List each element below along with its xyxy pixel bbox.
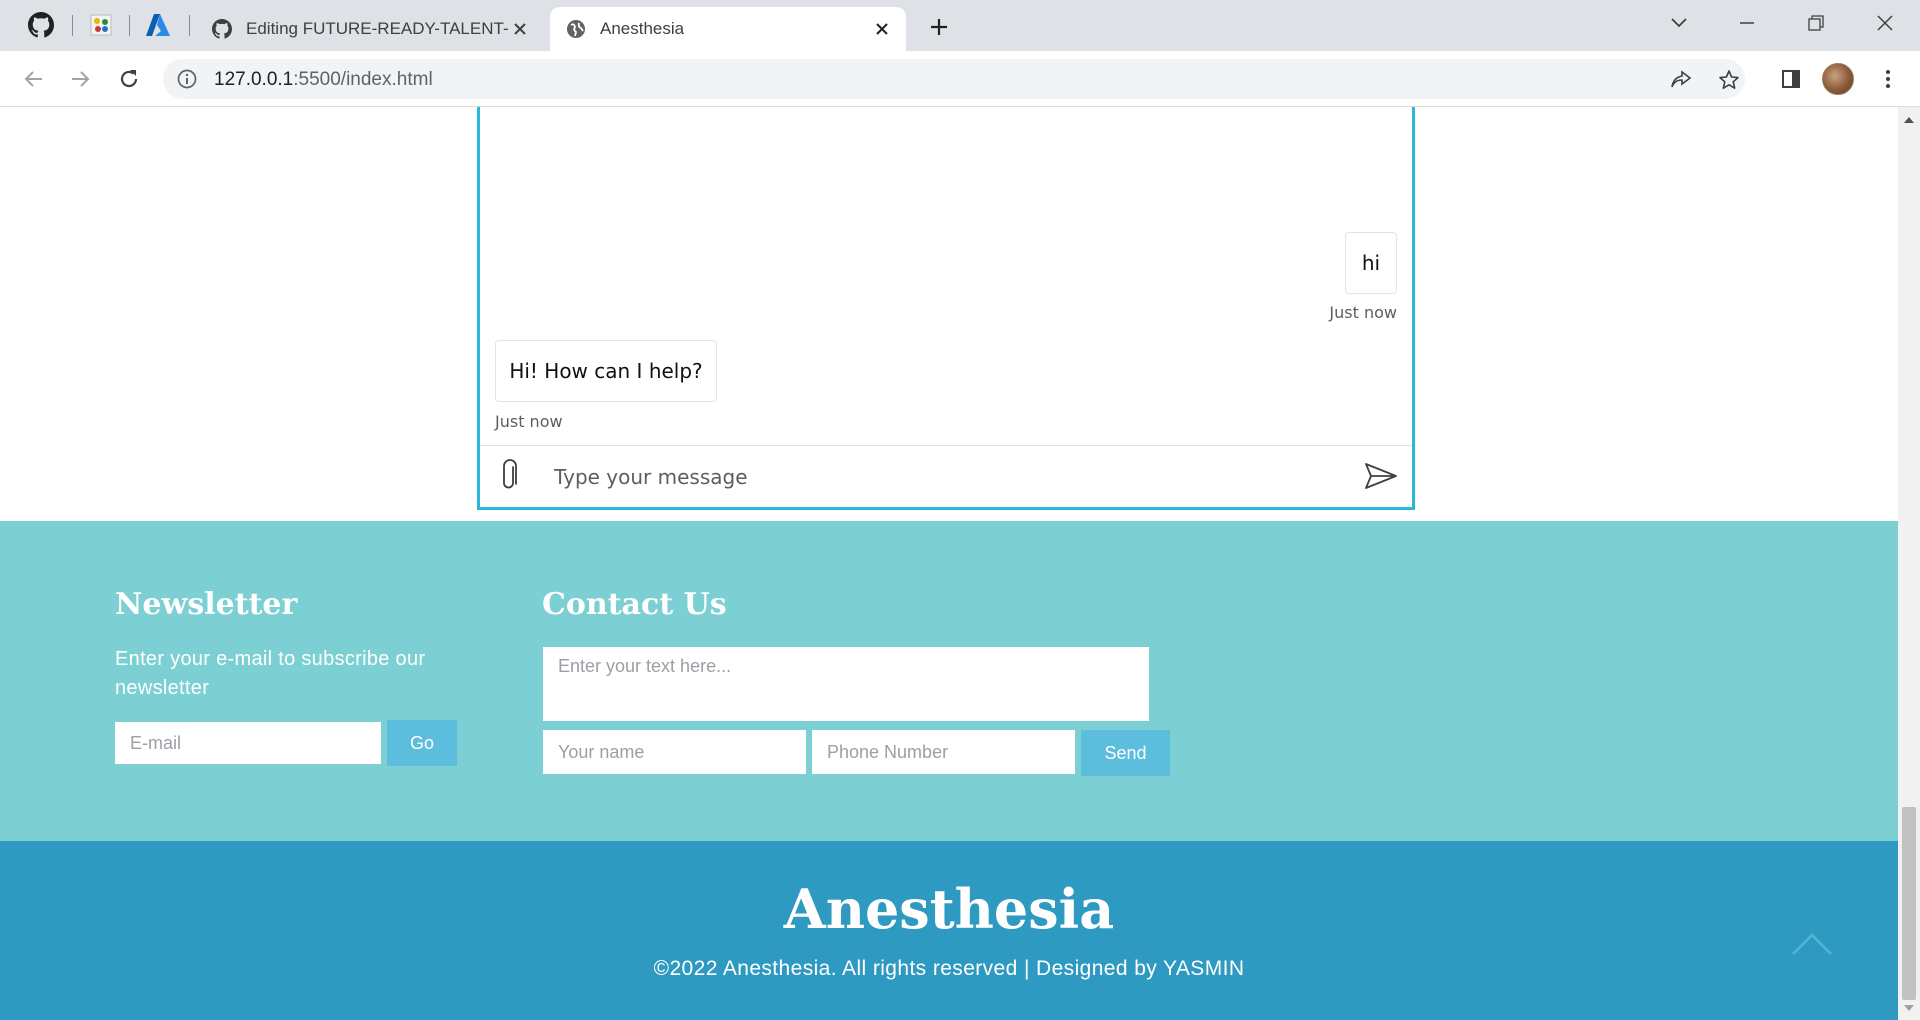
profile-avatar-icon	[1822, 63, 1854, 95]
paperclip-icon[interactable]	[496, 459, 524, 493]
avatar[interactable]	[1822, 63, 1854, 95]
close-icon	[1877, 15, 1893, 31]
scroll-down-arrow-icon[interactable]	[1903, 1002, 1915, 1014]
url-host: 127.0.0.1	[214, 69, 294, 90]
url-text: 127.0.0.1:5500/index.html	[214, 69, 433, 91]
azure-icon	[146, 14, 170, 36]
reload-button[interactable]	[112, 62, 146, 96]
chat-input-bar	[480, 445, 1412, 507]
new-tab-button[interactable]	[924, 12, 954, 42]
bot-message-time: Just now	[495, 412, 563, 431]
close-icon[interactable]	[870, 17, 894, 41]
minimize-icon	[1740, 22, 1754, 24]
chat-message-input[interactable]	[552, 461, 1336, 493]
send-icon[interactable]	[1364, 461, 1398, 491]
contact-name-input[interactable]	[543, 730, 806, 774]
side-panel-icon[interactable]	[1775, 63, 1807, 95]
github-icon	[28, 12, 54, 38]
newsletter-email-input[interactable]	[115, 722, 381, 764]
newsletter-description: Enter your e-mail to subscribe our newsl…	[115, 648, 426, 699]
contact-heading: Contact Us	[542, 587, 727, 622]
footer-brand: Anesthesia	[783, 877, 1115, 941]
share-icon[interactable]	[1668, 67, 1694, 93]
github-icon	[212, 19, 232, 39]
tab-separator	[189, 15, 190, 36]
address-bar[interactable]: 127.0.0.1:5500/index.html	[163, 59, 1745, 99]
user-message-bubble: hi	[1345, 232, 1397, 294]
bot-message-text: Hi! How can I help?	[509, 359, 703, 383]
kebab-menu-icon[interactable]	[1872, 63, 1904, 95]
user-message-time: Just now	[1329, 303, 1397, 322]
minimize-button[interactable]	[1724, 8, 1770, 38]
page-viewport: hi Just now Hi! How can I help? Just now…	[0, 107, 1898, 1020]
back-to-top-icon[interactable]	[1790, 931, 1834, 957]
contact-message-input[interactable]	[543, 647, 1149, 721]
tab-editing-github[interactable]: Editing FUTURE-READY-TALENT-	[196, 7, 544, 51]
bookmark-star-icon[interactable]	[1716, 67, 1742, 93]
tab-anesthesia[interactable]: Anesthesia	[550, 7, 906, 51]
pinned-tab-github[interactable]	[26, 10, 56, 40]
contact-send-button[interactable]: Send	[1081, 730, 1170, 776]
forward-button[interactable]	[64, 62, 98, 96]
chat-widget: hi Just now Hi! How can I help? Just now	[477, 107, 1415, 510]
footer-copyright: ©2022 Anesthesia. All rights reserved | …	[653, 957, 1245, 980]
close-window-button[interactable]	[1862, 8, 1908, 38]
plus-icon	[931, 19, 947, 35]
browser-tab-bar: Editing FUTURE-READY-TALENT- Anesthesia	[0, 0, 1920, 51]
newsletter-go-button[interactable]: Go	[387, 720, 457, 766]
restore-button[interactable]	[1793, 8, 1839, 38]
restore-icon	[1808, 15, 1824, 31]
newsletter-heading: Newsletter	[115, 587, 298, 622]
page-scrollbar[interactable]	[1898, 107, 1920, 1020]
chevron-down-icon	[1671, 18, 1687, 28]
close-icon[interactable]	[508, 17, 532, 41]
arrow-left-icon	[24, 71, 42, 87]
scroll-up-arrow-icon[interactable]	[1903, 113, 1915, 125]
bot-message-bubble: Hi! How can I help?	[495, 340, 717, 402]
reload-icon	[120, 70, 138, 88]
user-message-text: hi	[1361, 251, 1381, 275]
pinned-tab-paint[interactable]	[86, 10, 116, 40]
paint-app-icon	[90, 14, 112, 36]
scrollbar-thumb[interactable]	[1902, 807, 1916, 1000]
tab-search-button[interactable]	[1656, 8, 1702, 38]
tab-separator	[129, 15, 130, 36]
contact-phone-input[interactable]	[812, 730, 1075, 774]
url-path: :5500/index.html	[293, 69, 433, 90]
site-footer: Anesthesia ©2022 Anesthesia. All rights …	[0, 841, 1898, 1020]
browser-toolbar: 127.0.0.1:5500/index.html	[0, 51, 1920, 107]
back-button[interactable]	[16, 62, 50, 96]
newsletter-contact-section: Newsletter Enter your e-mail to subscrib…	[0, 521, 1898, 841]
tab-separator	[72, 15, 73, 36]
tab-title: Anesthesia	[600, 19, 685, 38]
arrow-right-icon	[72, 71, 90, 87]
info-icon[interactable]	[177, 69, 197, 89]
pinned-tab-azure[interactable]	[143, 10, 173, 40]
globe-icon	[566, 19, 586, 39]
tab-title: Editing FUTURE-READY-TALENT-	[246, 19, 508, 38]
